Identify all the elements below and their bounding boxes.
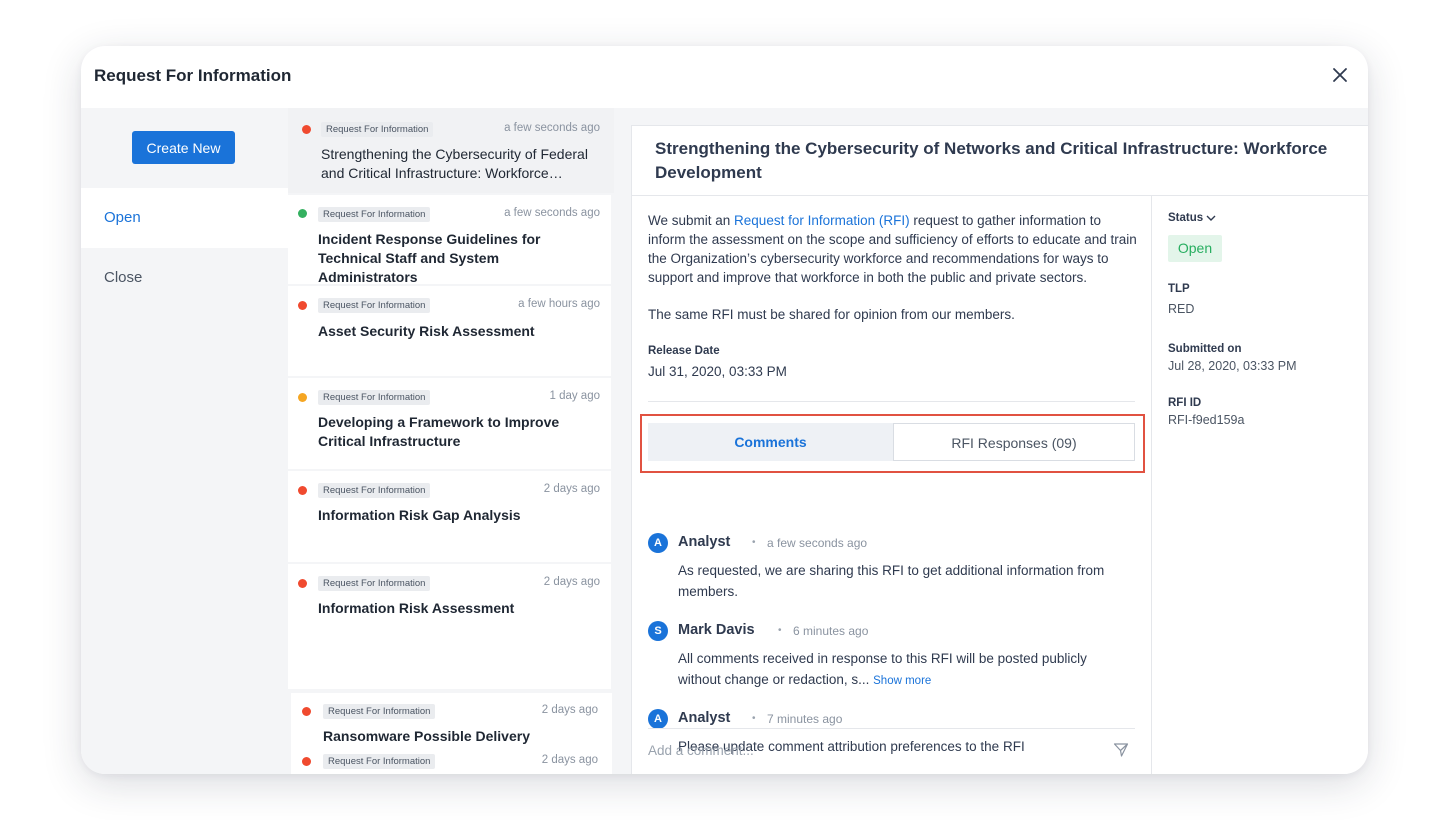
avatar: A [648, 709, 668, 729]
status-dot [298, 301, 307, 310]
bullet-separator: • [752, 537, 756, 548]
status-dot [298, 209, 307, 218]
category-tag: Request For Information [318, 576, 431, 591]
tab-comments[interactable]: Comments [648, 423, 893, 461]
status-dropdown[interactable]: Status [1168, 212, 1216, 224]
list-item[interactable]: Request For Information a few seconds ag… [288, 108, 614, 193]
show-more-link[interactable]: Show more [873, 675, 931, 687]
release-date-label: Release Date [648, 345, 720, 357]
tlp-label: TLP [1168, 283, 1190, 295]
status-dot [302, 125, 311, 134]
list-item[interactable]: Request For Information 2 days ago [291, 745, 612, 774]
comment-author: Analyst [678, 534, 731, 550]
submitted-value: Jul 28, 2020, 03:33 PM [1168, 359, 1297, 373]
item-title: Developing a Framework to Improve Critic… [318, 414, 560, 449]
rfi-description: We submit an Request for Information (RF… [648, 211, 1138, 287]
category-tag: Request For Information [323, 704, 436, 719]
category-tag: Request For Information [318, 483, 431, 498]
modal-header: Request For Information [81, 46, 1368, 108]
comment-text: All comments received in response to thi… [678, 648, 1128, 692]
item-time: 2 days ago [541, 704, 598, 716]
modal-title: Request For Information [94, 66, 292, 85]
comment-author: Analyst [678, 710, 731, 726]
list-item[interactable]: Request For Information a few seconds ag… [288, 195, 611, 285]
avatar: A [648, 533, 668, 553]
item-title: Incident Response Guidelines for Technic… [318, 231, 541, 285]
create-new-button[interactable]: Create New [132, 131, 235, 164]
avatar: S [648, 621, 668, 641]
item-time: a few hours ago [518, 298, 600, 310]
item-title: Information Risk Gap Analysis [318, 507, 521, 523]
release-date-value: Jul 31, 2020, 03:33 PM [648, 364, 787, 379]
rfi-link[interactable]: Request for Information (RFI) [734, 213, 910, 228]
divider [632, 195, 1368, 196]
status-dot [302, 707, 311, 716]
comment-text: As requested, we are sharing this RFI to… [678, 563, 1105, 599]
description-text: We submit an [648, 213, 735, 228]
category-tag: Request For Information [318, 390, 431, 405]
bullet-separator: • [752, 713, 756, 724]
category-tag: Request For Information [321, 122, 434, 137]
rfi-modal: Request For Information Create New Open … [81, 46, 1368, 774]
divider [648, 728, 1135, 729]
divider [648, 401, 1135, 402]
comment: S Mark Davis • 6 minutes ago All comment… [648, 621, 1138, 691]
status-badge: Open [1168, 235, 1222, 262]
divider [1151, 196, 1152, 774]
item-time: a few seconds ago [504, 122, 600, 134]
category-tag: Request For Information [318, 298, 431, 313]
list-item[interactable]: Request For Information 2 days ago Infor… [288, 564, 611, 689]
send-icon[interactable] [1113, 742, 1129, 758]
tlp-value: RED [1168, 302, 1195, 316]
chevron-down-icon [1206, 215, 1216, 221]
item-time: 2 days ago [541, 754, 598, 766]
item-time: a few seconds ago [504, 207, 600, 219]
add-comment-input[interactable] [648, 738, 1108, 762]
sidebar-item-close[interactable]: Close [81, 248, 288, 308]
item-time: 2 days ago [543, 483, 600, 495]
status-dot [298, 486, 307, 495]
rfi-detail-panel: Strengthening the Cybersecurity of Netwo… [631, 125, 1368, 774]
tab-rfi-responses[interactable]: RFI Responses (09) [893, 423, 1135, 461]
rfi-id-label: RFI ID [1168, 397, 1202, 409]
status-dot [298, 393, 307, 402]
item-title: Strengthening the Cybersecurity of Feder… [321, 146, 588, 181]
sidebar: Create New Open Close [81, 108, 288, 774]
sidebar-item-open[interactable]: Open [81, 188, 288, 248]
item-time: 2 days ago [543, 576, 600, 588]
list-item[interactable]: Request For Information 2 days ago Infor… [288, 471, 611, 562]
comment: A Analyst • a few seconds ago As request… [648, 533, 1138, 603]
category-tag: Request For Information [323, 754, 436, 769]
item-title: Asset Security Risk Assessment [318, 323, 535, 339]
rfi-title: Strengthening the Cybersecurity of Netwo… [655, 139, 1328, 182]
item-time: 1 day ago [549, 390, 600, 402]
bullet-separator: • [778, 625, 782, 636]
status-dot [302, 757, 311, 766]
comment-time: a few seconds ago [767, 536, 868, 550]
comment-author: Mark Davis [678, 622, 755, 638]
list-item[interactable]: Request For Information 1 day ago Develo… [288, 378, 611, 469]
comment-time: 7 minutes ago [767, 712, 843, 726]
comment-time: 6 minutes ago [793, 624, 869, 638]
rfi-id-value: RFI-f9ed159a [1168, 413, 1245, 427]
item-title: Information Risk Assessment [318, 600, 515, 616]
rfi-description-note: The same RFI must be shared for opinion … [648, 307, 1015, 322]
submitted-label: Submitted on [1168, 343, 1242, 355]
status-dot [298, 579, 307, 588]
status-label: Status [1168, 212, 1204, 224]
category-tag: Request For Information [318, 207, 431, 222]
list-item[interactable]: Request For Information a few hours ago … [288, 286, 611, 376]
rfi-list: Request For Information a few seconds ag… [288, 108, 614, 774]
close-icon[interactable] [1328, 63, 1352, 87]
